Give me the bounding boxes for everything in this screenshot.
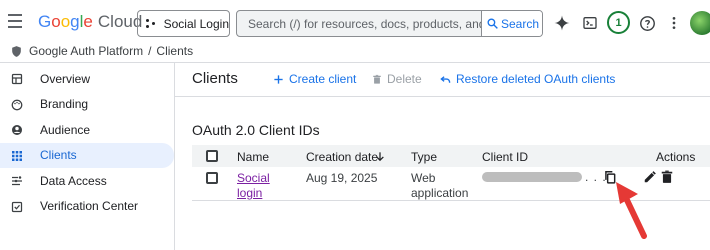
delete-button[interactable]: Delete [372,72,422,86]
plus-icon [274,74,283,84]
search-button[interactable]: Search [481,11,542,36]
sidebar-item-label: Audience [40,122,91,137]
project-icon [146,18,156,29]
column-header-name[interactable]: Name [237,150,269,164]
sidebar-item-label: Clients [40,148,77,163]
search-input[interactable] [237,11,481,36]
undo-icon [440,75,451,83]
search-icon [487,18,498,29]
page-title: Clients [192,70,238,87]
sidebar-item-clients[interactable]: Clients [0,142,174,168]
search-bar: Search [236,10,543,37]
column-header-type[interactable]: Type [411,150,437,164]
person-circle-icon [12,125,22,135]
sidebar-item-overview[interactable]: Overview [0,66,174,92]
delete-label: Delete [387,72,422,86]
sidebar: Overview Branding Audience Clients Data … [0,66,174,219]
avatar[interactable] [690,11,710,35]
trash-icon [373,74,381,84]
palette-icon [11,99,23,110]
type-cell: Web application [411,171,469,200]
project-picker-button[interactable]: Social Login [137,10,230,37]
section-title: OAuth 2.0 Client IDs [192,122,320,138]
sidebar-item-label: Branding [40,97,89,112]
breadcrumb-item-auth-platform[interactable]: Google Auth Platform [29,44,143,58]
google-cloud-logo[interactable]: Google Cloud [38,12,142,32]
column-header-client-id[interactable]: Client ID [482,150,528,164]
sidebar-item-label: Overview [40,71,91,86]
tune-icon [12,176,22,186]
sidebar-item-label: Verification Center [40,199,139,214]
verified-icon [11,201,23,212]
cloud-shell-icon[interactable] [580,13,600,33]
help-icon[interactable] [637,13,657,33]
column-header-actions: Actions [656,150,696,164]
create-client-button[interactable]: Create client [273,72,356,86]
restore-clients-label: Restore deleted OAuth clients [456,72,616,86]
sidebar-item-audience[interactable]: Audience [0,117,174,143]
client-id-redacted [482,172,582,182]
client-name-link[interactable]: Social login [237,171,270,201]
sidebar-divider [174,63,175,250]
search-button-label: Search [500,16,540,31]
top-bar: GoogleCloud Social Login Search 1 [0,0,710,46]
notifications-badge[interactable]: 1 [607,11,630,34]
select-all-checkbox[interactable] [206,150,218,162]
table-header: Name Creation date Type Client ID Action… [192,145,710,167]
breadcrumb-separator: / [148,44,152,58]
header-divider [0,62,710,63]
project-label: Social Login [163,16,229,31]
sidebar-item-verification-center[interactable]: Verification Center [0,194,174,220]
arrow-down-icon[interactable] [375,151,385,162]
create-client-label: Create client [289,72,357,86]
breadcrumb: Google Auth Platform / Clients [10,43,193,59]
sidebar-item-data-access[interactable]: Data Access [0,168,174,194]
sidebar-item-branding[interactable]: Branding [0,92,174,118]
dashboard-icon [11,73,23,85]
gemini-icon[interactable] [552,13,572,33]
grid-icon [12,150,22,161]
column-header-creation-date[interactable]: Creation date [306,150,378,164]
row-checkbox[interactable] [206,172,218,184]
menu-icon[interactable] [8,14,24,30]
creation-date-cell: Aug 19, 2025 [306,171,378,185]
sidebar-item-label: Data Access [40,173,107,188]
toolbar-divider [175,96,710,97]
restore-clients-button[interactable]: Restore deleted OAuth clients [440,72,615,86]
more-vert-icon[interactable] [664,13,684,33]
delete-icon[interactable] [660,170,674,184]
shield-icon [12,45,21,57]
annotation-arrow-icon [616,182,647,239]
breadcrumb-item-clients: Clients [156,44,194,58]
